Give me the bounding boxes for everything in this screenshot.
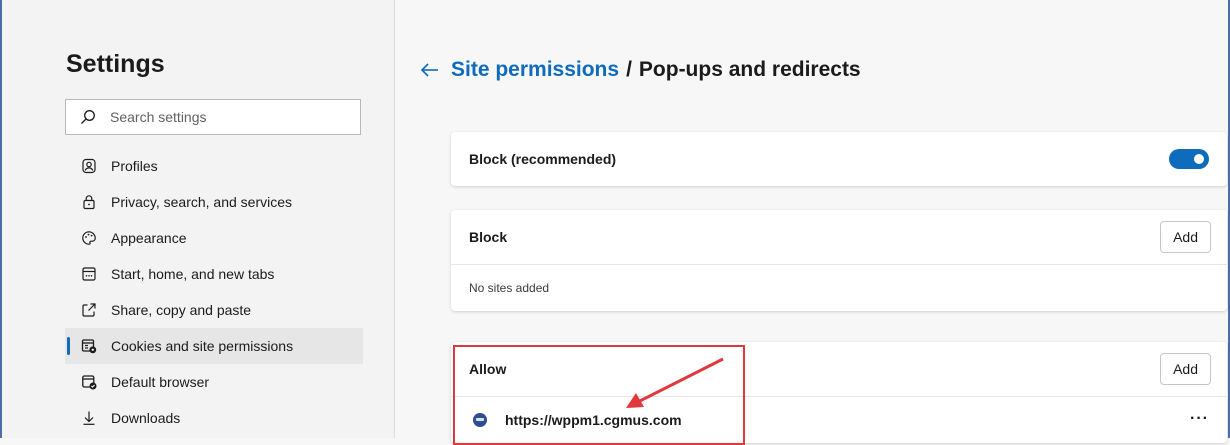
toggle-knob xyxy=(1194,154,1204,164)
main-content: Site permissions / Pop-ups and redirects… xyxy=(395,0,1228,443)
page-title: Pop-ups and redirects xyxy=(638,58,861,81)
active-indicator xyxy=(67,337,70,355)
sidebar-item-label: Cookies and site permissions xyxy=(111,338,294,354)
sidebar-item-share-copy-paste[interactable]: Share, copy and paste xyxy=(65,292,363,328)
sidebar-item-privacy[interactable]: Privacy, search, and services xyxy=(65,184,363,220)
sidebar-item-appearance[interactable]: Appearance xyxy=(65,220,363,256)
sidebar-item-label: Privacy, search, and services xyxy=(111,194,293,210)
sidebar-item-label: Appearance xyxy=(111,230,187,246)
site-favicon-icon xyxy=(473,413,487,427)
sidebar-item-cookies-permissions[interactable]: Cookies and site permissions xyxy=(65,328,363,364)
allow-list-card: Allow Add https://wppm1.cgmus.com ··· xyxy=(451,342,1227,443)
breadcrumb-site-permissions-link[interactable]: Site permissions xyxy=(451,58,619,82)
default-browser-icon xyxy=(79,372,99,392)
block-empty-text: No sites added xyxy=(469,281,550,295)
back-arrow-icon[interactable] xyxy=(419,59,441,81)
sidebar-item-label: Start, home, and new tabs xyxy=(111,266,275,282)
home-tabs-icon xyxy=(79,264,99,284)
breadcrumb: Site permissions / Pop-ups and redirects xyxy=(419,58,861,82)
sidebar-item-label: Default browser xyxy=(111,374,210,390)
more-options-icon[interactable]: ··· xyxy=(1190,410,1209,428)
block-add-button[interactable]: Add xyxy=(1160,221,1211,253)
palette-icon xyxy=(79,228,99,248)
sidebar-item-label: Profiles xyxy=(111,158,158,174)
block-recommended-toggle[interactable] xyxy=(1169,149,1209,169)
sidebar-item-profiles[interactable]: Profiles xyxy=(65,148,363,184)
sidebar-item-downloads[interactable]: Downloads xyxy=(65,400,363,436)
search-input[interactable] xyxy=(108,108,352,126)
block-recommended-card: Block (recommended) xyxy=(451,132,1227,186)
cookies-permissions-icon xyxy=(79,336,99,356)
allow-section-title: Allow xyxy=(469,361,507,377)
allow-add-button[interactable]: Add xyxy=(1160,353,1211,385)
breadcrumb-separator: / xyxy=(626,58,632,81)
search-icon xyxy=(81,110,95,124)
lock-icon xyxy=(79,192,99,212)
sidebar-item-label: Downloads xyxy=(111,410,181,426)
share-icon xyxy=(79,300,99,320)
download-icon xyxy=(79,408,99,428)
settings-title: Settings xyxy=(66,50,165,78)
block-list-card: Block Add No sites added xyxy=(451,210,1227,311)
sidebar-item-start-home-tabs[interactable]: Start, home, and new tabs xyxy=(65,256,363,292)
sidebar-item-label: Share, copy and paste xyxy=(111,302,252,318)
search-settings-box[interactable] xyxy=(65,99,361,135)
profile-icon xyxy=(79,156,99,176)
list-item: https://wppm1.cgmus.com ··· xyxy=(451,397,1227,443)
site-url: https://wppm1.cgmus.com xyxy=(505,412,682,428)
block-section-title: Block xyxy=(469,229,508,245)
block-recommended-label: Block (recommended) xyxy=(469,151,617,167)
sidebar-item-default-browser[interactable]: Default browser xyxy=(65,364,363,400)
